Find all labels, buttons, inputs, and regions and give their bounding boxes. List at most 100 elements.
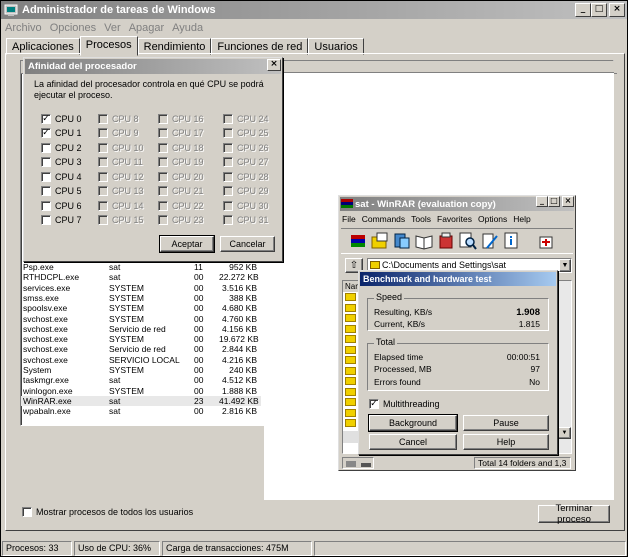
status-commit-charge: Carga de transacciones: 475M bbox=[162, 541, 312, 556]
process-row[interactable]: svchost.exe Servicio de red 00 2.844 KB bbox=[21, 344, 261, 354]
extract-to-icon[interactable] bbox=[371, 232, 389, 250]
process-row[interactable]: Psp.exe sat 11 952 KB bbox=[21, 262, 261, 272]
winrar-menu-help[interactable]: Help bbox=[510, 214, 533, 224]
cpu-checkbox-box[interactable] bbox=[41, 186, 51, 196]
process-row[interactable]: spoolsv.exe SYSTEM 00 4.680 KB bbox=[21, 303, 261, 313]
processed-value: 97 bbox=[530, 364, 540, 374]
cpu-checkbox-box bbox=[98, 113, 108, 124]
cpu-checkbox[interactable]: CPU 6 bbox=[41, 200, 82, 211]
cpu-checkbox-label: CPU 6 bbox=[55, 200, 82, 211]
process-row[interactable]: wpabaln.exe sat 00 2.816 KB bbox=[21, 406, 261, 416]
cpu-checkbox-label: CPU 15 bbox=[112, 215, 144, 225]
cpu-checkbox-box bbox=[158, 128, 168, 138]
process-row[interactable]: svchost.exe SYSTEM 00 19.672 KB bbox=[21, 334, 261, 344]
winrar-menu-favorites[interactable]: Favorites bbox=[434, 214, 475, 224]
show-all-users-checkbox[interactable]: Mostrar procesos de todos los usuarios bbox=[22, 506, 193, 517]
path-dropdown-button[interactable]: ▼ bbox=[559, 259, 571, 272]
process-user: sat bbox=[109, 395, 121, 406]
folder-icon bbox=[345, 335, 356, 343]
vscroll-down-button[interactable]: ▼ bbox=[558, 427, 571, 439]
affinity-titlebar[interactable]: Afinidad del procesador × bbox=[25, 59, 281, 74]
cpu-checkbox-box[interactable] bbox=[41, 200, 51, 211]
cpu-checkbox-box[interactable]: ✓ bbox=[41, 128, 51, 138]
menu-archivo[interactable]: Archivo bbox=[1, 22, 46, 34]
cpu-checkbox-box[interactable] bbox=[41, 171, 51, 182]
end-process-button[interactable]: Terminar proceso bbox=[538, 503, 610, 525]
affinity-accept-button[interactable]: Aceptar bbox=[159, 235, 215, 253]
menu-ayuda[interactable]: Ayuda bbox=[168, 22, 207, 34]
info-icon[interactable] bbox=[503, 232, 521, 250]
affinity-description: La afinidad del procesador controla en q… bbox=[34, 79, 264, 100]
resulting-label: Resulting, KB/s bbox=[374, 307, 433, 317]
process-cpu: 00 bbox=[194, 375, 204, 386]
process-row[interactable]: svchost.exe SERVICIO LOCAL 00 4.216 KB bbox=[21, 355, 261, 365]
winrar-menu-options[interactable]: Options bbox=[475, 214, 510, 224]
test-icon[interactable] bbox=[393, 232, 411, 250]
benchmark-cancel-button[interactable]: Cancel bbox=[369, 434, 457, 450]
process-row[interactable]: WinRAR.exe sat 23 41.492 KB bbox=[21, 395, 261, 406]
cpu-checkbox-box[interactable] bbox=[41, 142, 51, 153]
cpu-checkbox[interactable]: CPU 7 bbox=[41, 215, 82, 226]
tab-procesos[interactable]: Procesos bbox=[79, 36, 138, 56]
view-icon[interactable] bbox=[415, 232, 433, 250]
repair-icon[interactable] bbox=[537, 232, 555, 250]
winrar-maximize-button[interactable]: □ bbox=[548, 196, 560, 207]
winrar-menubar: File Commands Tools Favorites Options He… bbox=[339, 212, 575, 225]
process-row[interactable]: svchost.exe SYSTEM 00 4.760 KB bbox=[21, 314, 261, 324]
affinity-close-button[interactable]: × bbox=[267, 59, 281, 71]
folder-icons-column bbox=[345, 293, 359, 443]
file-list-vscroll[interactable]: ▼ bbox=[558, 281, 571, 453]
benchmark-titlebar[interactable]: Benchmark and hardware test bbox=[360, 272, 556, 286]
wizard-icon[interactable] bbox=[481, 232, 499, 250]
pause-button[interactable]: Pause bbox=[463, 415, 549, 431]
winrar-titlebar[interactable]: sat - WinRAR (evaluation copy) _ □ × bbox=[340, 196, 574, 211]
affinity-cancel-button[interactable]: Cancelar bbox=[220, 236, 275, 252]
show-all-users-box[interactable] bbox=[22, 506, 32, 517]
process-name: wpabaln.exe bbox=[23, 406, 71, 417]
cpu-checkbox-box[interactable]: ✓ bbox=[41, 113, 51, 124]
process-row[interactable]: smss.exe SYSTEM 00 388 KB bbox=[21, 293, 261, 303]
minimize-button[interactable]: _ bbox=[575, 3, 591, 17]
multithreading-box[interactable]: ✓ bbox=[369, 398, 379, 409]
cpu-checkbox-label: CPU 30 bbox=[237, 200, 269, 211]
menu-ver[interactable]: Ver bbox=[100, 22, 125, 34]
cpu-checkbox-box bbox=[98, 186, 108, 196]
winrar-menu-tools[interactable]: Tools bbox=[408, 214, 434, 224]
process-row[interactable]: services.exe SYSTEM 00 3.516 KB bbox=[21, 283, 261, 293]
winrar-close-button[interactable]: × bbox=[562, 196, 574, 207]
winrar-menu-file[interactable]: File bbox=[339, 214, 359, 224]
menu-apagar[interactable]: Apagar bbox=[125, 22, 168, 34]
task-manager-titlebar[interactable]: Administrador de tareas de Windows _ □ × bbox=[1, 1, 627, 19]
cpu-checkbox-box bbox=[98, 142, 108, 153]
cpu-checkbox[interactable]: CPU 3 bbox=[41, 157, 82, 168]
find-icon[interactable] bbox=[459, 232, 477, 250]
benchmark-help-button[interactable]: Help bbox=[463, 434, 549, 450]
cpu-checkbox[interactable]: ✓ CPU 1 bbox=[41, 128, 82, 139]
cpu-checkbox-box[interactable] bbox=[41, 215, 51, 225]
cpu-checkbox[interactable]: ✓ CPU 0 bbox=[41, 113, 82, 124]
process-row[interactable]: RTHDCPL.exe sat 00 22.272 KB bbox=[21, 272, 261, 282]
current-value: 1.815 bbox=[518, 319, 540, 329]
winrar-menu-commands[interactable]: Commands bbox=[359, 214, 408, 224]
process-name: svchost.exe bbox=[23, 344, 68, 355]
cpu-checkbox-label: CPU 4 bbox=[55, 171, 82, 182]
process-row[interactable]: taskmgr.exe sat 00 4.512 KB bbox=[21, 375, 261, 385]
menu-opciones[interactable]: Opciones bbox=[46, 22, 100, 34]
folder-icon bbox=[345, 324, 356, 333]
process-row[interactable]: svchost.exe Servicio de red 00 4.156 KB bbox=[21, 324, 261, 334]
background-button[interactable]: Background bbox=[368, 414, 458, 432]
process-row[interactable]: System SYSTEM 00 240 KB bbox=[21, 365, 261, 375]
cpu-checkbox[interactable]: CPU 2 bbox=[41, 142, 82, 153]
add-archive-icon[interactable] bbox=[349, 232, 367, 250]
process-memory: 3.516 KB bbox=[222, 282, 257, 293]
delete-icon[interactable] bbox=[437, 232, 455, 250]
cpu-checkbox[interactable]: CPU 4 bbox=[41, 171, 82, 182]
process-row[interactable]: winlogon.exe SYSTEM 00 1.888 KB bbox=[21, 386, 261, 396]
winrar-minimize-button[interactable]: _ bbox=[536, 196, 548, 207]
cpu-checkbox: CPU 30 bbox=[223, 200, 269, 211]
multithreading-checkbox[interactable]: ✓ Multithreading bbox=[369, 398, 440, 409]
cpu-checkbox[interactable]: CPU 5 bbox=[41, 186, 82, 197]
maximize-button[interactable]: □ bbox=[591, 3, 607, 17]
close-button[interactable]: × bbox=[609, 3, 625, 17]
cpu-checkbox-box[interactable] bbox=[41, 157, 51, 167]
